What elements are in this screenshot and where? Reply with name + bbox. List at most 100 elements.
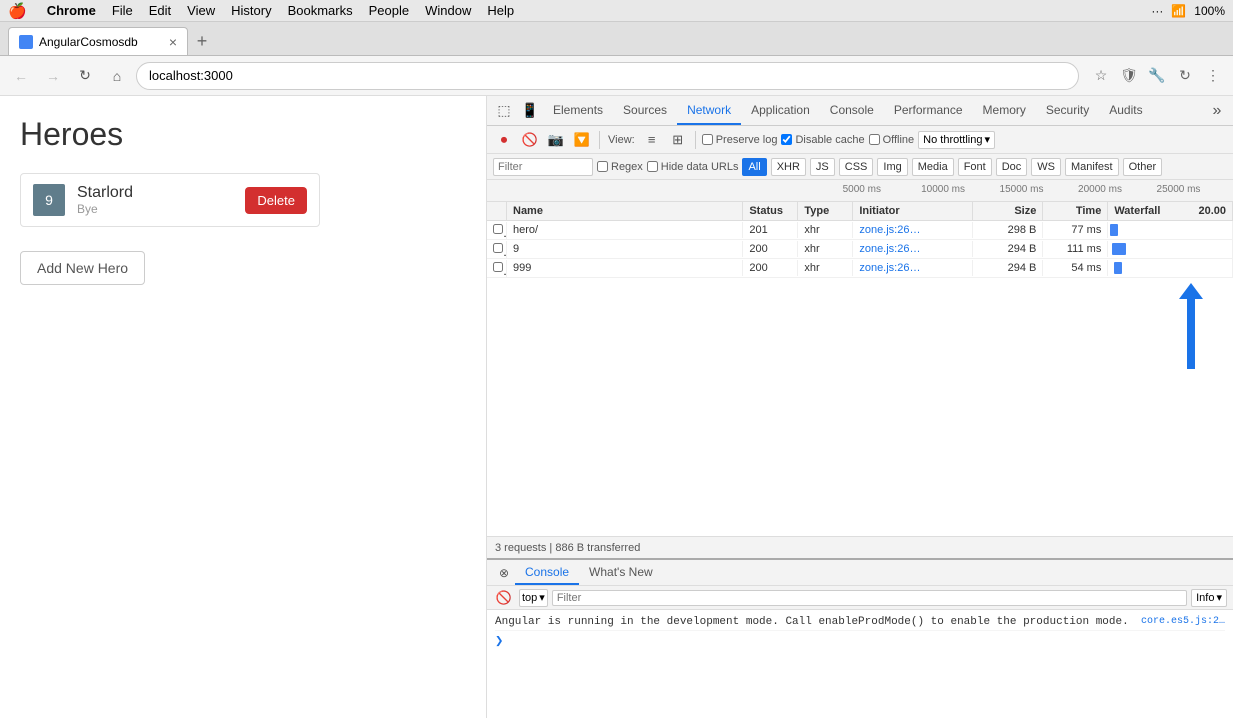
upload-arrow [1179,283,1203,369]
console-section: ⊗ Console What's New 🚫 top ▾ Info ▾ [487,558,1233,718]
disable-cache-input[interactable] [781,134,792,145]
devtools-tabs: ⬚ 📱 Elements Sources Network Application… [487,96,1233,126]
header-status[interactable]: Status [743,202,798,220]
people-menu[interactable]: People [369,3,409,18]
apple-menu[interactable]: 🍎 [8,2,27,20]
row-initiator-2[interactable]: zone.js:26… [853,241,973,257]
network-clear-button[interactable]: 🚫 [519,129,541,151]
filter-ws-button[interactable]: WS [1031,158,1061,176]
back-button[interactable]: ← [8,63,34,89]
console-clear-button[interactable]: 🚫 [493,587,515,609]
sync-icon[interactable]: ↻ [1173,64,1197,88]
filter-manifest-button[interactable]: Manifest [1065,158,1119,176]
regex-checkbox[interactable]: Regex [597,161,643,173]
network-record-button[interactable]: ⏺ [493,129,515,151]
tab-whats-new[interactable]: What's New [579,561,663,585]
throttle-label: No throttling [923,134,982,146]
tab-security[interactable]: Security [1036,97,1099,125]
tab-audits[interactable]: Audits [1099,97,1152,125]
tab-network[interactable]: Network [677,97,741,125]
row-check-3[interactable] [487,260,507,277]
filter-other-button[interactable]: Other [1123,158,1163,176]
nav-icons: ☆ 🛡 🔧 ↻ ⋮ [1089,64,1225,88]
window-menu[interactable]: Window [425,3,471,18]
row-initiator-3[interactable]: zone.js:26… [853,260,973,276]
console-close-icon[interactable]: ⊗ [493,562,515,584]
chrome-menu[interactable]: Chrome [47,3,96,18]
offline-input[interactable] [869,134,880,145]
tab-memory[interactable]: Memory [973,97,1036,125]
network-screenshot-button[interactable]: 📷 [545,129,567,151]
console-filter-input[interactable] [552,590,1187,606]
console-tabs: ⊗ Console What's New [487,560,1233,586]
forward-button[interactable]: → [40,63,66,89]
table-row[interactable]: 999 200 xhr zone.js:26… 294 B 54 ms [487,259,1233,278]
tab-sources[interactable]: Sources [613,97,677,125]
devtools-mobile-icon[interactable]: 📱 [517,97,543,125]
header-size[interactable]: Size [973,202,1043,220]
delete-hero-button[interactable]: Delete [245,187,307,214]
file-menu[interactable]: File [112,3,133,18]
filter-media-button[interactable]: Media [912,158,954,176]
hide-data-urls-input[interactable] [647,161,658,172]
edit-menu[interactable]: Edit [149,3,171,18]
browser-tab[interactable]: AngularCosmosdb × [8,27,188,55]
bookmark-icon[interactable]: ☆ [1089,64,1113,88]
tab-console[interactable]: Console [820,97,884,125]
filter-input[interactable] [493,158,593,176]
tab-console-output[interactable]: Console [515,561,579,585]
extension-icon[interactable]: 🔧 [1145,64,1169,88]
wifi-icon: 📶 [1171,4,1186,18]
devtools-overflow-button[interactable]: » [1205,102,1229,120]
network-grid-view-button[interactable]: ⊞ [667,129,689,151]
header-type[interactable]: Type [798,202,853,220]
row-name-1: hero/ [507,222,743,238]
network-filter-toggle[interactable]: 🔽 [571,129,593,151]
header-initiator[interactable]: Initiator [853,202,973,220]
row-check-1[interactable] [487,222,507,239]
devtools-inspect-icon[interactable]: ⬚ [491,97,517,125]
filter-all-button[interactable]: All [742,158,766,176]
preserve-log-checkbox[interactable]: Preserve log [702,134,778,146]
bookmarks-menu[interactable]: Bookmarks [288,3,353,18]
network-list-view-button[interactable]: ≡ [641,129,663,151]
filter-js-button[interactable]: JS [810,158,835,176]
new-tab-button[interactable]: + [188,27,216,55]
filter-doc-button[interactable]: Doc [996,158,1028,176]
regex-input[interactable] [597,161,608,172]
throttle-dropdown[interactable]: No throttling ▾ [918,131,995,149]
console-context-select[interactable]: top ▾ [519,589,548,607]
header-waterfall[interactable]: Waterfall 20.00 [1108,202,1233,220]
filter-xhr-button[interactable]: XHR [771,158,806,176]
tab-bar: AngularCosmosdb × + [0,22,1233,56]
tab-close-button[interactable]: × [169,35,177,49]
tab-elements[interactable]: Elements [543,97,613,125]
row-initiator-1[interactable]: zone.js:26… [853,222,973,238]
header-name[interactable]: Name [507,202,743,220]
shield-icon[interactable]: 🛡 [1117,64,1141,88]
filter-img-button[interactable]: Img [877,158,907,176]
add-hero-button[interactable]: Add New Hero [20,251,145,285]
preserve-log-input[interactable] [702,134,713,145]
offline-checkbox[interactable]: Offline [869,134,915,146]
help-menu[interactable]: Help [487,3,514,18]
hide-data-urls-checkbox[interactable]: Hide data URLs [647,161,739,173]
console-message-source[interactable]: core.es5.js:2… [1141,616,1225,627]
disable-cache-checkbox[interactable]: Disable cache [781,134,864,146]
tab-application[interactable]: Application [741,97,820,125]
tab-performance[interactable]: Performance [884,97,973,125]
filter-font-button[interactable]: Font [958,158,992,176]
address-bar[interactable]: localhost:3000 [136,62,1079,90]
header-time[interactable]: Time [1043,202,1108,220]
row-check-2[interactable] [487,241,507,258]
menu-icon[interactable]: ⋮ [1201,64,1225,88]
home-button[interactable]: ⌂ [104,63,130,89]
history-menu[interactable]: History [231,3,271,18]
row-type-3: xhr [798,260,853,276]
console-log-level-select[interactable]: Info ▾ [1191,589,1227,607]
refresh-button[interactable]: ↻ [72,63,98,89]
filter-css-button[interactable]: CSS [839,158,874,176]
view-menu[interactable]: View [187,3,215,18]
table-row[interactable]: hero/ 201 xhr zone.js:26… 298 B 77 ms [487,221,1233,240]
table-row[interactable]: 9 200 xhr zone.js:26… 294 B 111 ms [487,240,1233,259]
